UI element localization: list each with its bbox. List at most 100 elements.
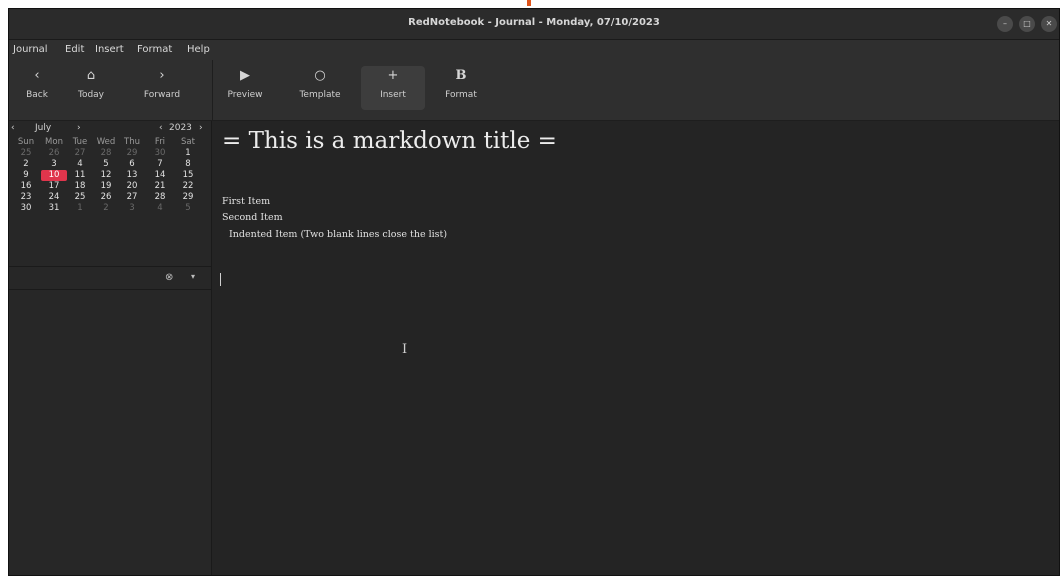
calendar-day[interactable]: 20: [119, 181, 145, 192]
calendar-day[interactable]: 30: [147, 148, 173, 159]
insert-label: Insert: [380, 90, 406, 100]
calendar-grid: Sun Mon Tue Wed Thu Fri Sat 25 26 27 28 29 30 1 2 3 4 5 6 7…: [9, 137, 211, 214]
calendar-day-name: Thu: [124, 137, 140, 147]
forward-label: Forward: [143, 90, 181, 100]
calendar-week: 25 26 27 28 29 30 1: [9, 148, 211, 159]
calendar-day[interactable]: 8: [175, 159, 201, 170]
calendar-day[interactable]: 24: [41, 192, 67, 203]
list-item: Second Item: [222, 212, 283, 223]
calendar-day[interactable]: 29: [119, 148, 145, 159]
template-button[interactable]: ○ Template: [291, 66, 349, 110]
calendar-day[interactable]: 2: [13, 159, 39, 170]
calendar-day[interactable]: 21: [147, 181, 173, 192]
clear-search-icon[interactable]: ⊗: [165, 272, 173, 283]
prev-year-icon[interactable]: ‹: [159, 123, 163, 133]
format-button[interactable]: B Format: [435, 66, 487, 110]
search-bar[interactable]: ⊗ ▾: [9, 267, 211, 290]
list-item: First Item: [222, 196, 271, 207]
back-label: Back: [26, 90, 48, 100]
calendar-day[interactable]: 13: [119, 170, 145, 181]
calendar-day[interactable]: 15: [175, 170, 201, 181]
calendar-day[interactable]: 23: [13, 192, 39, 203]
calendar-day[interactable]: 30: [13, 203, 39, 214]
calendar-day[interactable]: 26: [41, 148, 67, 159]
minimize-icon[interactable]: –: [997, 16, 1013, 32]
calendar-day[interactable]: 27: [67, 148, 93, 159]
maximize-icon[interactable]: □: [1019, 16, 1035, 32]
calendar-day[interactable]: 31: [41, 203, 67, 214]
calendar-day[interactable]: 1: [175, 148, 201, 159]
calendar-day[interactable]: 11: [67, 170, 93, 181]
back-button[interactable]: ‹ Back: [15, 66, 59, 110]
chevron-left-icon: ‹: [34, 68, 40, 83]
menu-format[interactable]: Format: [137, 44, 172, 55]
markdown-title: = This is a markdown title =: [222, 128, 557, 154]
calendar-week: 23 24 25 26 27 28 29: [9, 192, 211, 203]
calendar-day-names: Sun Mon Tue Wed Thu Fri Sat: [9, 137, 211, 148]
format-label: Format: [445, 90, 477, 100]
next-year-icon[interactable]: ›: [199, 123, 203, 133]
insert-button[interactable]: + Insert: [361, 66, 425, 110]
calendar-day[interactable]: 9: [13, 170, 39, 181]
calendar-day[interactable]: 14: [147, 170, 173, 181]
calendar-day[interactable]: 5: [175, 203, 201, 214]
calendar-day-name: Mon: [45, 137, 63, 147]
prev-month-icon[interactable]: ‹: [11, 123, 15, 133]
dropdown-arrow-icon[interactable]: ▾: [191, 272, 195, 281]
calendar-selected-day[interactable]: 10: [41, 170, 67, 181]
editor-text-area[interactable]: = This is a markdown title = First Item …: [212, 121, 1059, 575]
calendar-week: 2345678: [9, 159, 211, 170]
play-icon: ▶: [240, 68, 250, 83]
chevron-right-icon: ›: [159, 68, 165, 83]
next-month-icon[interactable]: ›: [77, 123, 81, 133]
app-window: RedNotebook - Journal - Monday, 07/10/20…: [8, 8, 1060, 576]
calendar-day[interactable]: 16: [13, 181, 39, 192]
menu-help[interactable]: Help: [187, 44, 210, 55]
close-icon[interactable]: ✕: [1041, 16, 1057, 32]
calendar-day[interactable]: 28: [147, 192, 173, 203]
preview-button[interactable]: ▶ Preview: [221, 66, 269, 110]
home-icon: ⌂: [86, 68, 96, 83]
calendar-day[interactable]: 25: [67, 192, 93, 203]
calendar-day[interactable]: 1: [67, 203, 93, 214]
calendar-day-name: Sun: [17, 137, 35, 147]
calendar-week: 9 10 11 12 13 14 15: [9, 170, 211, 181]
calendar-day[interactable]: 2: [93, 203, 119, 214]
forward-button[interactable]: › Forward: [135, 66, 189, 110]
calendar-day[interactable]: 25: [13, 148, 39, 159]
title-bar: RedNotebook - Journal - Monday, 07/10/20…: [9, 9, 1059, 40]
calendar-day[interactable]: 27: [119, 192, 145, 203]
text-caret: [220, 273, 221, 286]
screen-top-edge: [0, 0, 1062, 8]
calendar-day-name: Fri: [154, 137, 166, 147]
calendar-day[interactable]: 3: [41, 159, 67, 170]
calendar-day[interactable]: 6: [119, 159, 145, 170]
calendar-day-name: Wed: [96, 137, 116, 147]
calendar-day[interactable]: 29: [175, 192, 201, 203]
today-button[interactable]: ⌂ Today: [69, 66, 113, 110]
calendar-day[interactable]: 17: [41, 181, 67, 192]
calendar-month: July: [35, 123, 52, 133]
calendar-day[interactable]: 28: [93, 148, 119, 159]
toolbar: ‹ Back ⌂ Today › Forward ▶ Preview ○ Tem…: [9, 60, 1059, 121]
today-label: Today: [77, 90, 105, 100]
calendar-week: 30 31 1 2 3 4 5: [9, 203, 211, 214]
calendar-day-name: Tue: [72, 137, 88, 147]
calendar-day[interactable]: 18: [67, 181, 93, 192]
calendar-day[interactable]: 4: [67, 159, 93, 170]
calendar-day[interactable]: 26: [93, 192, 119, 203]
calendar-day[interactable]: 3: [119, 203, 145, 214]
calendar-day[interactable]: 22: [175, 181, 201, 192]
menu-edit[interactable]: Edit: [65, 44, 84, 55]
template-icon: ○: [314, 68, 326, 83]
calendar-day[interactable]: 4: [147, 203, 173, 214]
calendar-day[interactable]: 19: [93, 181, 119, 192]
menu-insert[interactable]: Insert: [95, 44, 124, 55]
template-label: Template: [299, 90, 341, 100]
calendar-header: ‹ July › ‹ 2023 ›: [9, 123, 211, 137]
calendar-day[interactable]: 5: [93, 159, 119, 170]
calendar-day[interactable]: 7: [147, 159, 173, 170]
menu-journal[interactable]: Journal: [13, 44, 48, 55]
calendar-week: 16 17 18 19 20 21 22: [9, 181, 211, 192]
calendar-day[interactable]: 12: [93, 170, 119, 181]
